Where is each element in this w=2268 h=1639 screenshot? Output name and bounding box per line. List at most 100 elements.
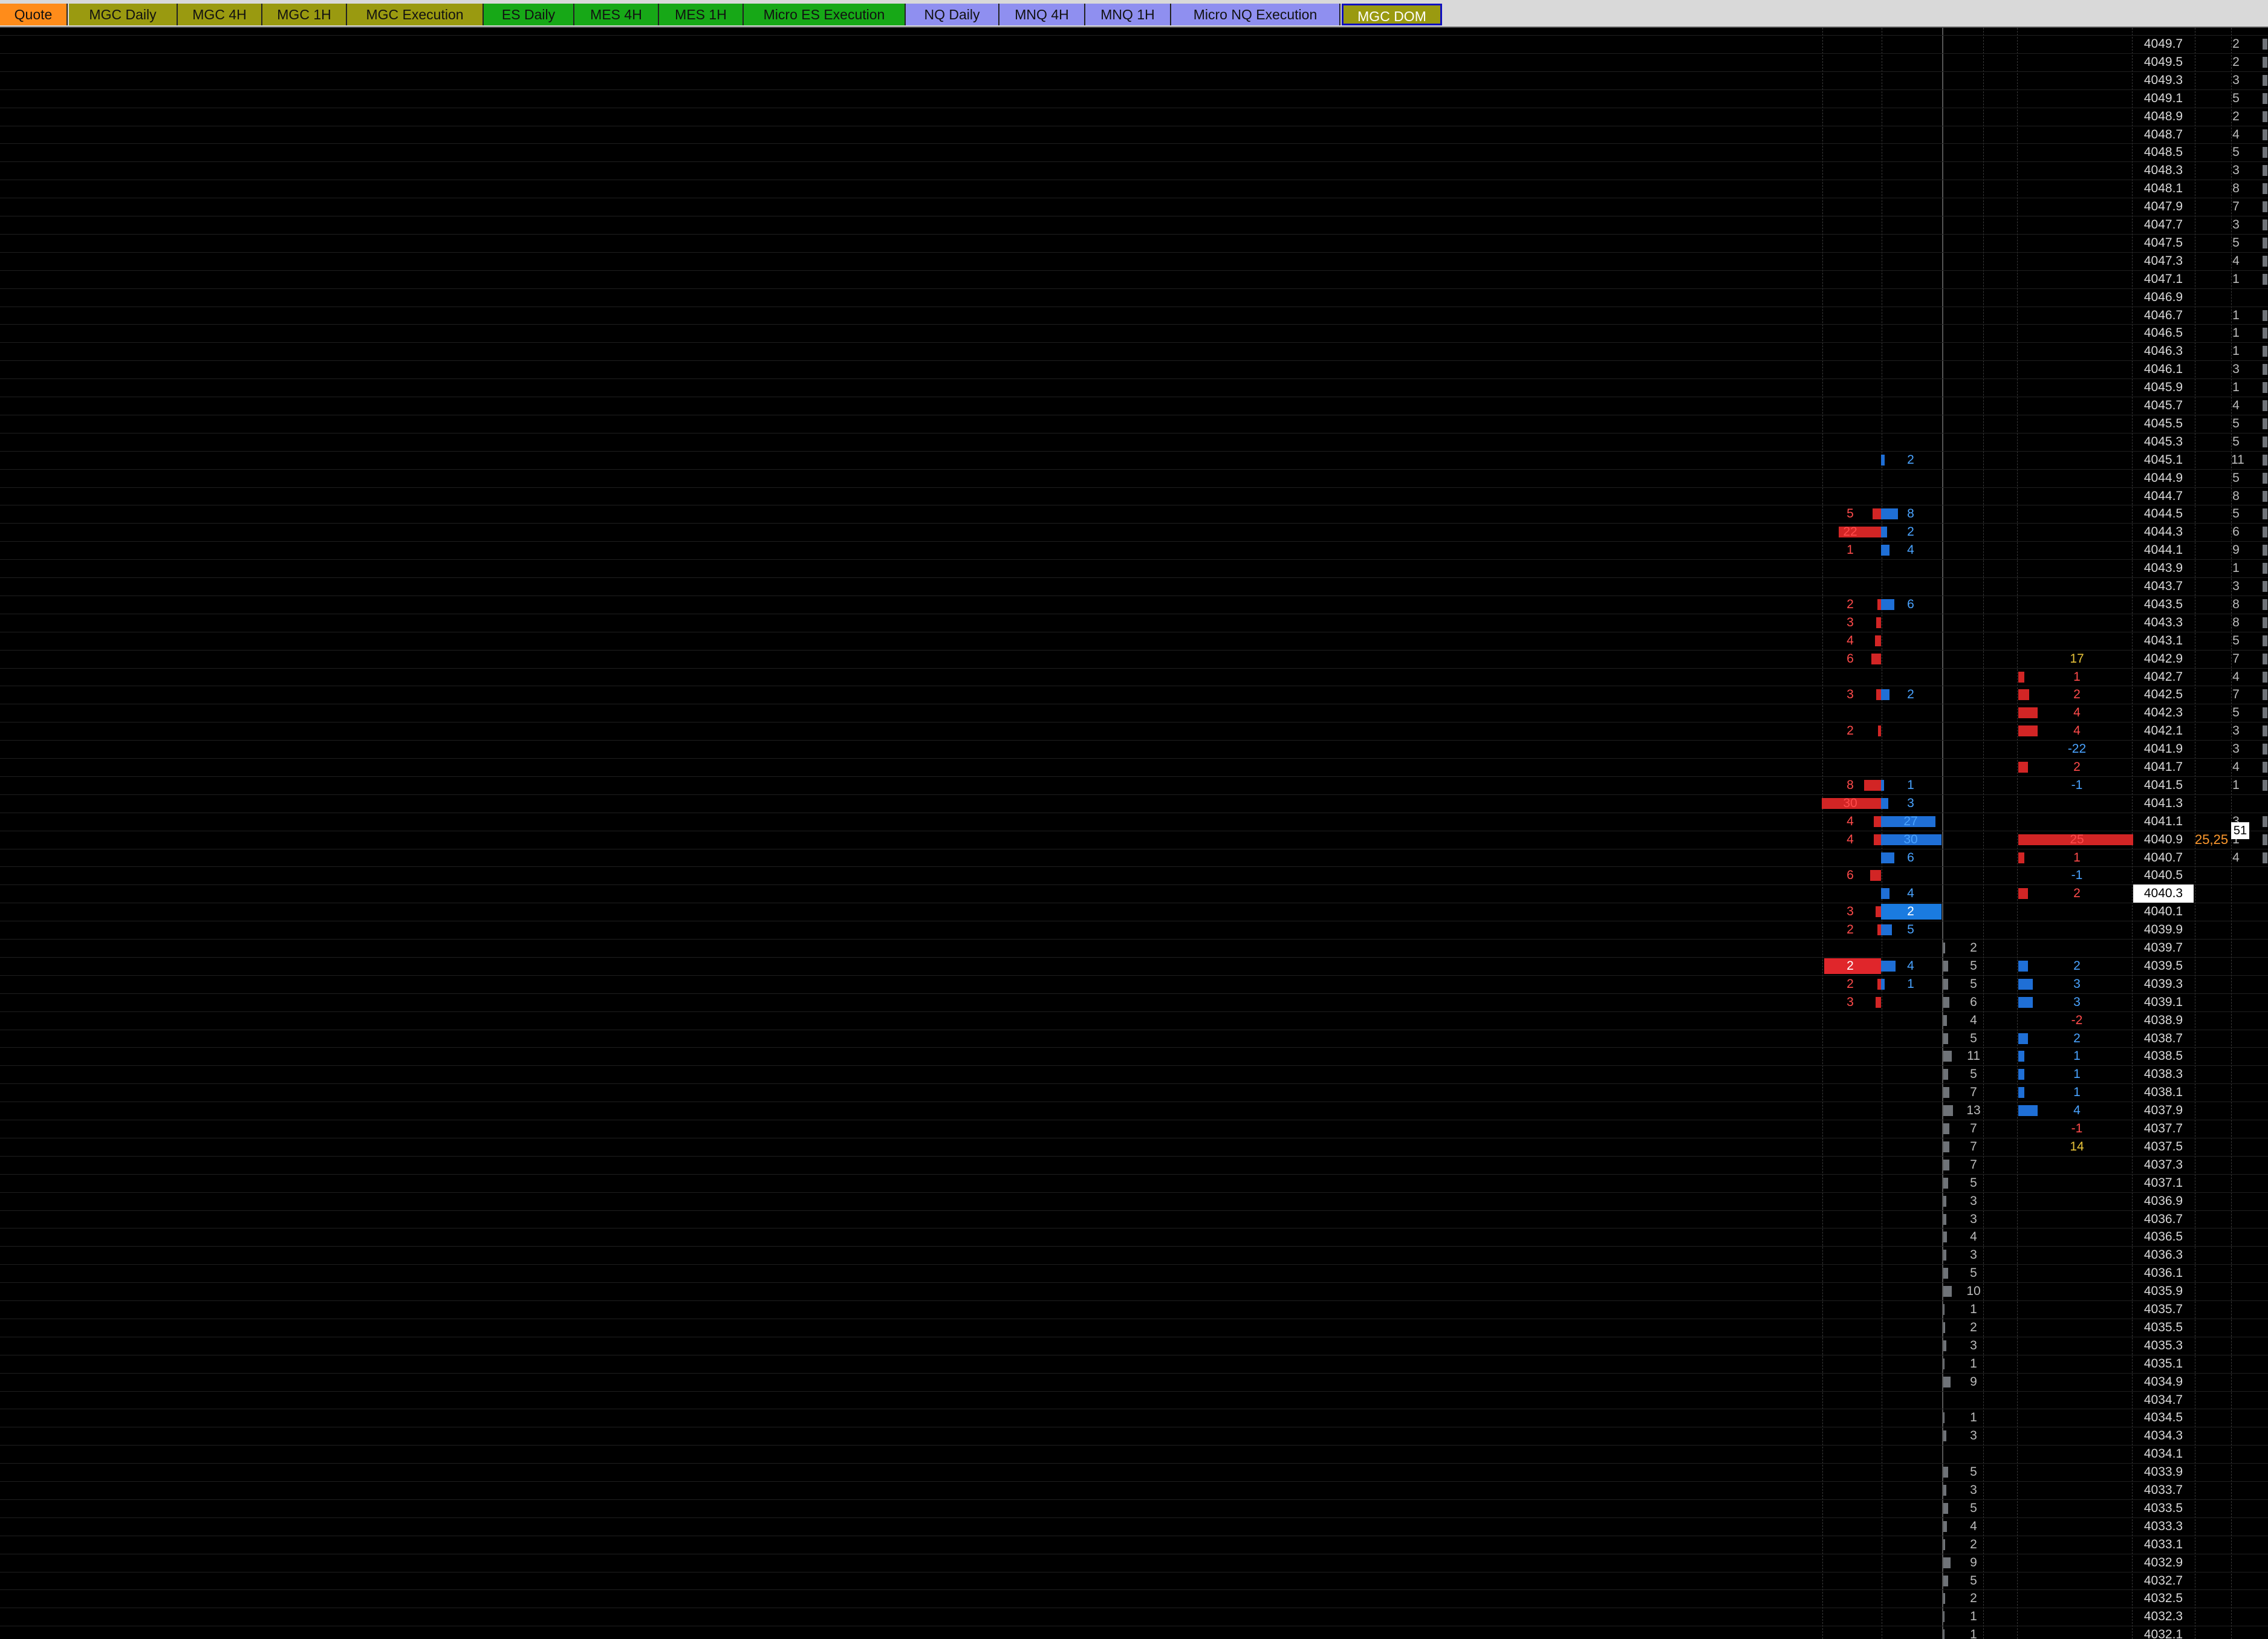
price-cell[interactable]: 4033.1: [2133, 1536, 2194, 1554]
price-cell[interactable]: 4046.7: [2133, 307, 2194, 325]
volume-value[interactable]: 1: [1961, 1300, 1986, 1319]
delta-value[interactable]: 1: [2062, 668, 2092, 686]
price-cell[interactable]: 4039.3: [2133, 975, 2194, 993]
price-cell[interactable]: 4046.3: [2133, 342, 2194, 360]
right-size-value[interactable]: 4: [2231, 126, 2241, 144]
right-size-value[interactable]: 4: [2231, 668, 2241, 686]
bid-size-value[interactable]: 6: [1899, 596, 1923, 614]
right-size-value[interactable]: 5: [2231, 415, 2241, 433]
right-size-value[interactable]: 3: [2231, 360, 2241, 378]
price-cell[interactable]: 4034.5: [2133, 1409, 2194, 1427]
ask-size-value[interactable]: 3: [1838, 614, 1862, 632]
price-cell[interactable]: 4041.7: [2133, 758, 2194, 776]
volume-value[interactable]: 10: [1961, 1282, 1986, 1300]
price-cell[interactable]: 4043.3: [2133, 614, 2194, 632]
right-size-value[interactable]: 3: [2231, 161, 2241, 180]
volume-value[interactable]: 5: [1961, 975, 1986, 993]
price-cell[interactable]: 4047.1: [2133, 270, 2194, 288]
tab-mgc-4h[interactable]: MGC 4H: [178, 4, 262, 25]
right-size-value[interactable]: 5: [2231, 469, 2241, 487]
price-cell[interactable]: 4048.5: [2133, 143, 2194, 161]
right-size-value[interactable]: 5: [2231, 234, 2241, 252]
volume-value[interactable]: 2: [1961, 1536, 1986, 1554]
price-cell[interactable]: 4032.7: [2133, 1572, 2194, 1590]
right-size-value[interactable]: 5: [2231, 505, 2241, 523]
price-cell[interactable]: 4037.5: [2133, 1138, 2194, 1156]
volume-value[interactable]: 5: [1961, 1463, 1986, 1481]
price-cell[interactable]: 4040.9: [2133, 831, 2194, 849]
volume-value[interactable]: 11: [1961, 1047, 1986, 1065]
right-size-value[interactable]: 1: [2231, 559, 2241, 577]
tab-quote[interactable]: Quote: [0, 4, 68, 25]
delta-value[interactable]: 1: [2062, 1047, 2092, 1065]
price-cell[interactable]: 4043.7: [2133, 577, 2194, 596]
price-cell[interactable]: 4045.9: [2133, 378, 2194, 397]
price-cell[interactable]: 4041.5: [2133, 776, 2194, 794]
price-cell[interactable]: 4033.7: [2133, 1481, 2194, 1499]
price-cell[interactable]: 4032.5: [2133, 1589, 2194, 1608]
price-cell[interactable]: 4045.3: [2133, 433, 2194, 451]
ask-size-value[interactable]: 4: [1838, 831, 1862, 849]
bid-size-value[interactable]: 3: [1899, 794, 1923, 813]
right-size-value[interactable]: 8: [2231, 614, 2241, 632]
delta-value[interactable]: -1: [2062, 866, 2092, 884]
volume-value[interactable]: 3: [1961, 1337, 1986, 1355]
tab-es-daily[interactable]: ES Daily: [484, 4, 574, 25]
delta-value[interactable]: -1: [2062, 776, 2092, 794]
price-cell[interactable]: 4042.1: [2133, 722, 2194, 740]
right-size-value[interactable]: 5: [2231, 632, 2241, 650]
price-cell[interactable]: 4049.1: [2133, 89, 2194, 108]
delta-value[interactable]: 4: [2062, 1102, 2092, 1120]
price-cell[interactable]: 4046.9: [2133, 288, 2194, 307]
ask-size-value[interactable]: 2: [1838, 722, 1862, 740]
price-cell[interactable]: 4041.3: [2133, 794, 2194, 813]
volume-value[interactable]: 3: [1961, 1210, 1986, 1228]
right-size-value[interactable]: 3: [2231, 722, 2241, 740]
price-cell[interactable]: 4042.7: [2133, 668, 2194, 686]
price-cell[interactable]: 4037.3: [2133, 1156, 2194, 1174]
price-cell[interactable]: 4034.7: [2133, 1391, 2194, 1409]
right-size-value[interactable]: 2: [2231, 108, 2241, 126]
delta-value[interactable]: 2: [2062, 884, 2092, 903]
tab-mgc-1h[interactable]: MGC 1H: [262, 4, 347, 25]
price-cell[interactable]: 4042.3: [2133, 704, 2194, 722]
right-size-value[interactable]: 5: [2231, 704, 2241, 722]
right-size-value[interactable]: 2: [2231, 53, 2241, 71]
price-cell[interactable]: 4049.3: [2133, 71, 2194, 89]
ask-size-value[interactable]: 6: [1838, 650, 1862, 668]
ask-size-value[interactable]: 2: [1838, 957, 1862, 975]
dom-ladder[interactable]: 4049.7 4049.5 4049.3 4049.1 4048.9 4048.7 4048…: [0, 28, 2268, 1639]
ask-size-value[interactable]: 3: [1838, 686, 1862, 704]
volume-value[interactable]: 5: [1961, 1065, 1986, 1083]
right-size-value[interactable]: 1: [2231, 378, 2241, 397]
bid-size-value[interactable]: 2: [1899, 523, 1923, 541]
right-size-value[interactable]: 1: [2231, 342, 2241, 360]
ask-size-value[interactable]: 5: [1838, 505, 1862, 523]
price-cell[interactable]: 4037.9: [2133, 1102, 2194, 1120]
volume-value[interactable]: 13: [1961, 1102, 1986, 1120]
volume-value[interactable]: 1: [1961, 1608, 1986, 1626]
volume-value[interactable]: 3: [1961, 1427, 1986, 1445]
ask-size-value[interactable]: 4: [1838, 632, 1862, 650]
tab-micro-nq-execution[interactable]: Micro NQ Execution: [1171, 4, 1340, 25]
current-price-cell[interactable]: 4040.3: [2133, 884, 2194, 903]
price-cell[interactable]: 4034.3: [2133, 1427, 2194, 1445]
price-cell[interactable]: 4047.3: [2133, 252, 2194, 270]
ask-size-value[interactable]: 2: [1838, 975, 1862, 993]
ask-size-value[interactable]: 30: [1838, 794, 1862, 813]
right-size-value[interactable]: 7: [2231, 686, 2241, 704]
price-cell[interactable]: 4041.9: [2133, 740, 2194, 758]
volume-value[interactable]: 5: [1961, 1030, 1986, 1048]
right-size-value[interactable]: 8: [2231, 596, 2241, 614]
right-size-value[interactable]: 8: [2231, 180, 2241, 198]
price-cell[interactable]: 4036.7: [2133, 1210, 2194, 1228]
bid-size-value[interactable]: 2: [1899, 903, 1923, 921]
right-size-value[interactable]: 3: [2231, 216, 2241, 234]
delta-value[interactable]: 17: [2062, 650, 2092, 668]
price-cell[interactable]: 4044.1: [2133, 541, 2194, 559]
bid-size-value[interactable]: 2: [1899, 451, 1923, 469]
right-size-value[interactable]: 6: [2231, 523, 2241, 541]
volume-value[interactable]: 7: [1961, 1120, 1986, 1138]
right-size-value[interactable]: 1: [2231, 307, 2241, 325]
tab-nq-daily[interactable]: NQ Daily: [906, 4, 999, 25]
